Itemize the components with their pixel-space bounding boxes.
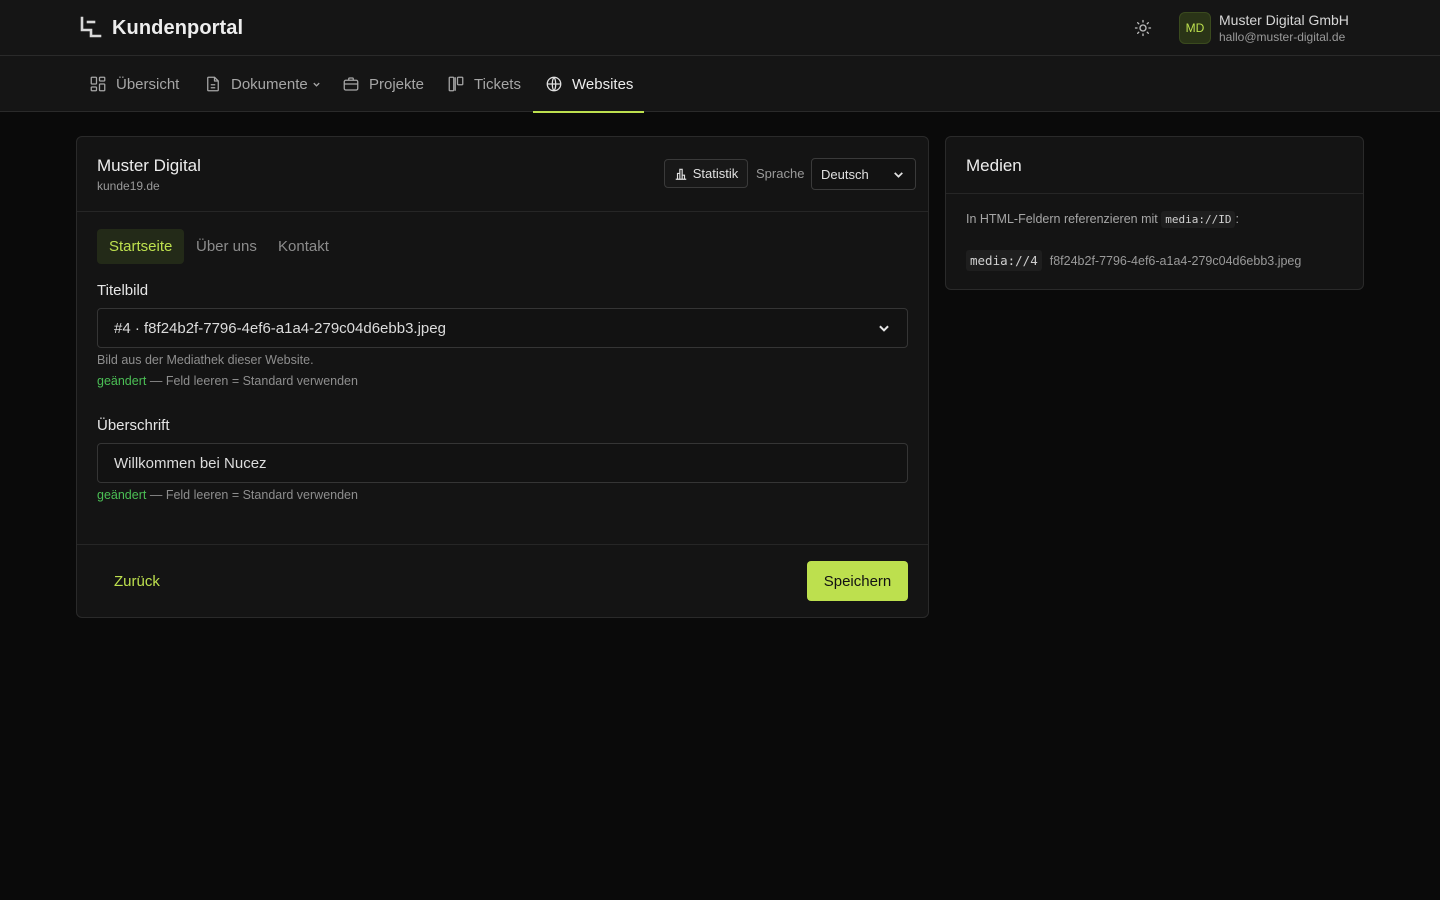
dashboard-icon — [90, 76, 106, 92]
heading-changed-note: geändert — Feld leeren = Standard verwen… — [97, 488, 358, 502]
back-button[interactable]: Zurück — [114, 573, 160, 590]
media-filename: f8f24b2f-7796-4ef6-a1a4-279c04d6ebb3.jpe… — [1049, 253, 1302, 268]
site-name: Muster Digital — [97, 156, 201, 175]
title-image-select[interactable]: #4 · f8f24b2f-7796-4ef6-a1a4-279c04d6ebb… — [97, 308, 908, 348]
save-button[interactable]: Speichern — [807, 561, 908, 601]
changed-hint: — Feld leeren = Standard verwenden — [149, 488, 358, 502]
header-divider — [77, 211, 928, 212]
statistics-label: Statistik — [692, 166, 739, 181]
media-hint-suffix: : — [1235, 212, 1239, 226]
nav-item-label: Projekte — [369, 75, 425, 93]
statistics-button[interactable]: Statistik — [664, 159, 748, 188]
media-hint-code: media://ID — [1161, 211, 1236, 228]
nav-item-label: Tickets — [474, 75, 521, 93]
theme-toggle-button[interactable] — [1131, 16, 1155, 40]
tab-ueber-uns[interactable]: Über uns — [184, 229, 269, 264]
changed-badge: geändert — [97, 374, 147, 388]
nav-item-tickets[interactable]: Tickets — [447, 56, 521, 112]
nav-item-dokumente[interactable]: Dokumente — [204, 56, 321, 112]
heading-input[interactable]: Willkommen bei Nucez — [97, 443, 908, 483]
nav-item-label: Dokumente — [231, 75, 308, 93]
site-domain: kunde19.de — [97, 179, 160, 193]
user-name: Muster Digital GmbH — [1219, 12, 1349, 28]
avatar[interactable]: MD — [1179, 12, 1211, 44]
media-title: Medien — [966, 156, 1022, 175]
title-image-value: #4 · f8f24b2f-7796-4ef6-a1a4-279c04d6ebb… — [114, 319, 446, 337]
language-select[interactable]: Deutsch — [811, 158, 916, 190]
media-item[interactable]: media://4 f8f24b2f-7796-4ef6-a1a4-279c04… — [966, 250, 1301, 271]
logo-icon — [79, 16, 102, 41]
brand[interactable]: Kundenportal — [79, 16, 243, 41]
heading-value: Willkommen bei Nucez — [114, 454, 267, 472]
bar-chart-icon — [675, 168, 686, 180]
kanban-icon — [448, 76, 464, 92]
tab-startseite[interactable]: Startseite — [97, 229, 185, 264]
chevron-down-icon — [313, 82, 320, 87]
nav-item-label: Übersicht — [116, 75, 180, 93]
changed-hint: — Feld leeren = Standard verwenden — [149, 374, 358, 388]
title-image-help: Bild aus der Mediathek dieser Website. — [97, 353, 314, 367]
document-icon — [207, 76, 219, 92]
media-hint-prefix: In HTML-Feldern referenzieren mit — [966, 212, 1158, 226]
chevron-down-icon — [894, 171, 903, 178]
main-nav: Übersicht Dokumente Projekte Tickets Web… — [0, 56, 1440, 113]
nav-item-uebersicht[interactable]: Übersicht — [89, 56, 179, 112]
nav-item-projekte[interactable]: Projekte — [342, 56, 424, 112]
media-hint: In HTML-Feldern referenzieren mit media:… — [966, 211, 1239, 228]
globe-icon — [546, 76, 562, 92]
media-card: Medien In HTML-Feldern referenzieren mit… — [945, 136, 1364, 290]
heading-label: Überschrift — [97, 417, 170, 434]
nav-item-websites[interactable]: Websites — [533, 56, 644, 113]
changed-badge: geändert — [97, 488, 147, 502]
website-editor-card: Muster Digital kunde19.de Statistik Spra… — [76, 136, 929, 618]
app-title: Kundenportal — [112, 17, 244, 39]
chevron-down-icon — [879, 325, 889, 332]
media-divider — [946, 193, 1363, 194]
media-ref: media://4 — [966, 250, 1042, 271]
top-bar: Kundenportal MD Muster Digital GmbH hall… — [0, 0, 1440, 56]
footer-divider — [77, 544, 928, 545]
briefcase-icon — [343, 77, 359, 91]
sun-icon — [1134, 19, 1152, 37]
title-image-changed-note: geändert — Feld leeren = Standard verwen… — [97, 374, 358, 388]
title-image-label: Titelbild — [97, 282, 149, 299]
language-value: Deutsch — [821, 166, 869, 182]
nav-item-label: Websites — [572, 75, 634, 93]
tab-kontakt[interactable]: Kontakt — [266, 229, 341, 264]
user-email: hallo@muster-digital.de — [1219, 30, 1346, 44]
language-label: Sprache — [756, 166, 805, 181]
